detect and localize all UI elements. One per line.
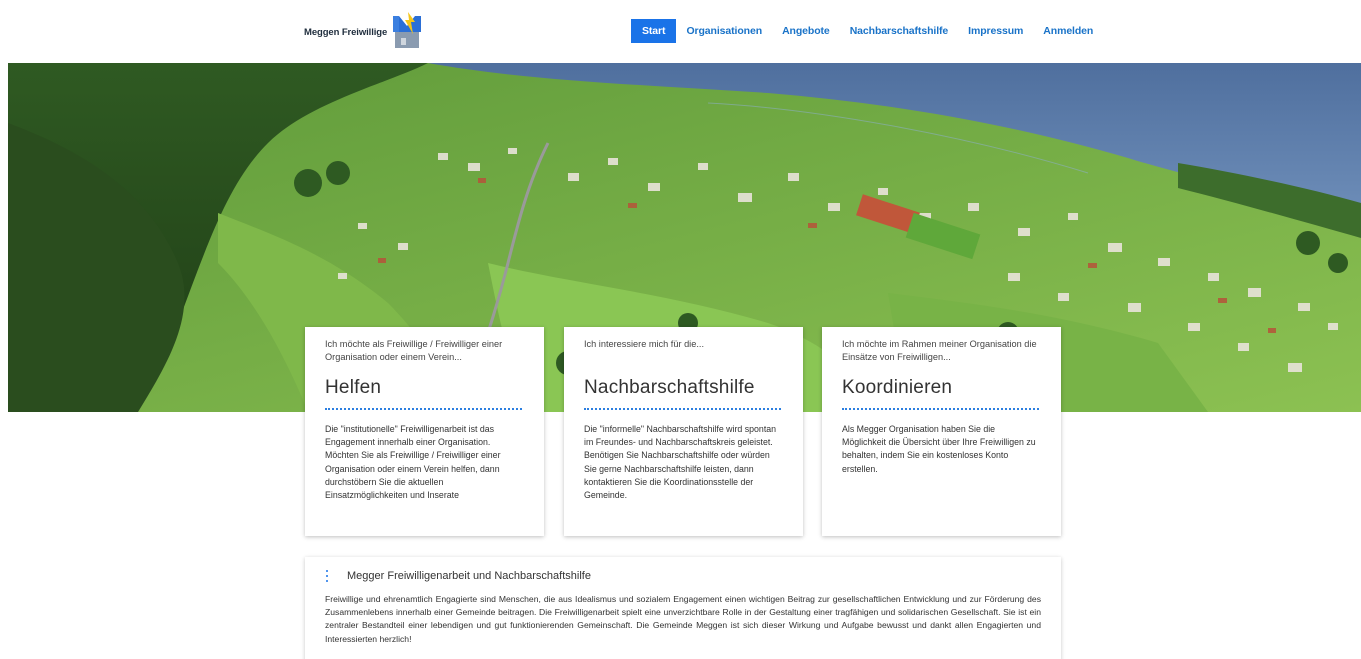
- card-body: Die "institutionelle" Freiwilligenarbeit…: [325, 424, 501, 501]
- brand-home-link[interactable]: Meggen Freiwillige: [304, 10, 423, 50]
- info-section: Megger Freiwilligenarbeit und Nachbarsch…: [305, 557, 1061, 659]
- info-body: Freiwillige und ehrenamtlich Engagierte …: [325, 594, 1041, 644]
- nav-start[interactable]: Start: [631, 19, 677, 43]
- card-divider: [584, 408, 781, 410]
- card-intro: Ich interessiere mich für die...: [584, 339, 704, 349]
- nav-impressum[interactable]: Impressum: [958, 19, 1033, 43]
- meggen-logo-icon: [391, 10, 423, 50]
- main-nav: Start Organisationen Angebote Nachbarsch…: [631, 19, 1103, 43]
- site-header: Meggen Freiwillige Start Organisationen …: [0, 0, 1361, 63]
- card-title: Koordinieren: [842, 377, 953, 398]
- nav-nachbarschaftshilfe[interactable]: Nachbarschaftshilfe: [840, 19, 958, 43]
- card-divider: [325, 408, 522, 410]
- brand-name: Meggen Freiwillige: [304, 26, 388, 38]
- kebab-menu-icon[interactable]: [325, 570, 329, 582]
- card-body: Die "informelle" Nachbarschaftshilfe wir…: [584, 424, 777, 501]
- info-header: Megger Freiwilligenarbeit und Nachbarsch…: [325, 569, 1041, 583]
- nav-organisationen[interactable]: Organisationen: [676, 19, 772, 43]
- card-title: Helfen: [325, 377, 382, 398]
- card-intro: Ich möchte als Freiwillige / Freiwillige…: [325, 339, 503, 362]
- card-koordinieren[interactable]: Ich möchte im Rahmen meiner Organisation…: [822, 327, 1061, 536]
- card-nachbarschaftshilfe[interactable]: Ich interessiere mich für die... Nachbar…: [564, 327, 803, 536]
- card-helfen[interactable]: Ich möchte als Freiwillige / Freiwillige…: [305, 327, 544, 536]
- card-intro: Ich möchte im Rahmen meiner Organisation…: [842, 339, 1037, 362]
- card-divider: [842, 408, 1039, 410]
- nav-angebote[interactable]: Angebote: [772, 19, 840, 43]
- info-title: Megger Freiwilligenarbeit und Nachbarsch…: [347, 570, 591, 582]
- nav-anmelden[interactable]: Anmelden: [1033, 19, 1103, 43]
- card-title: Nachbarschaftshilfe: [584, 377, 755, 398]
- card-body: Als Megger Organisation haben Sie die Mö…: [842, 424, 1036, 474]
